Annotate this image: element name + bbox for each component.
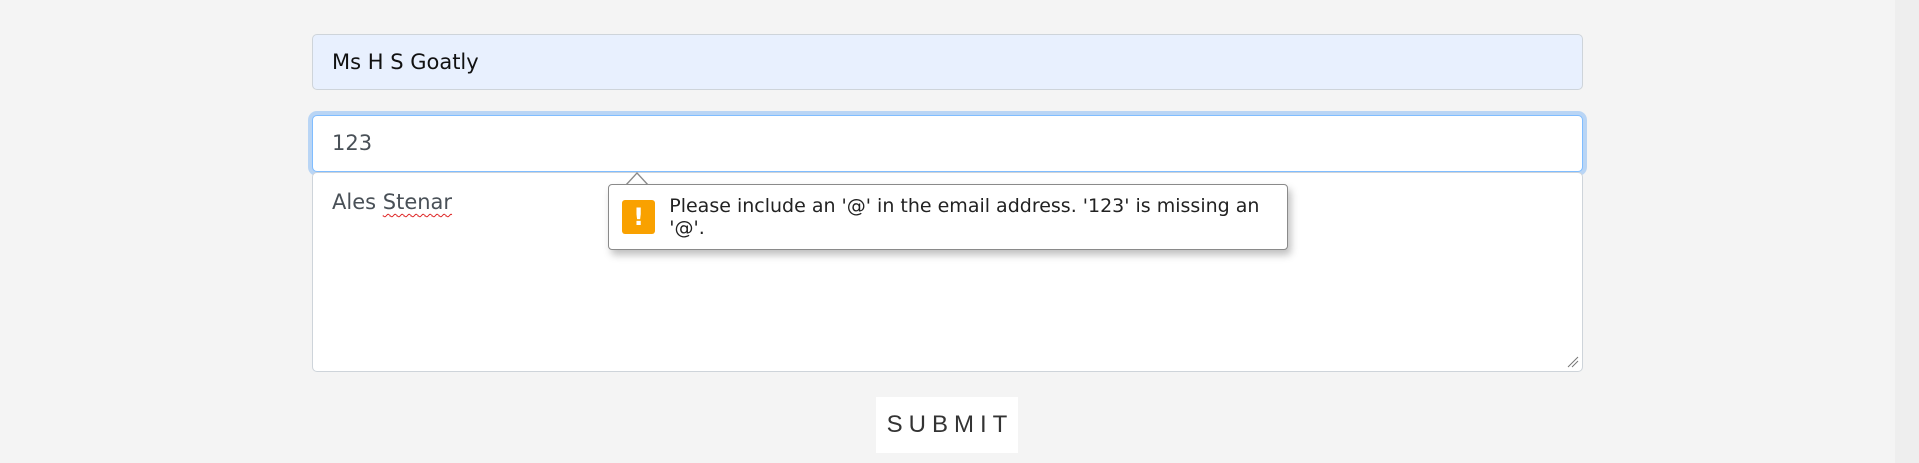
message-text: Ales — [332, 190, 383, 214]
validation-message: Please include an '@' in the email addre… — [669, 195, 1260, 239]
submit-button[interactable]: SUBMIT — [876, 397, 1018, 453]
validation-tooltip: ! Please include an '@' in the email add… — [608, 184, 1288, 250]
email-input[interactable]: 123 — [312, 115, 1583, 172]
misspelled-word: Stenar — [382, 190, 453, 214]
warning-icon: ! — [622, 200, 656, 234]
resize-handle-icon[interactable] — [1567, 356, 1579, 368]
name-input[interactable]: Ms H S Goatly — [312, 34, 1583, 90]
scrollbar[interactable] — [1895, 0, 1919, 463]
